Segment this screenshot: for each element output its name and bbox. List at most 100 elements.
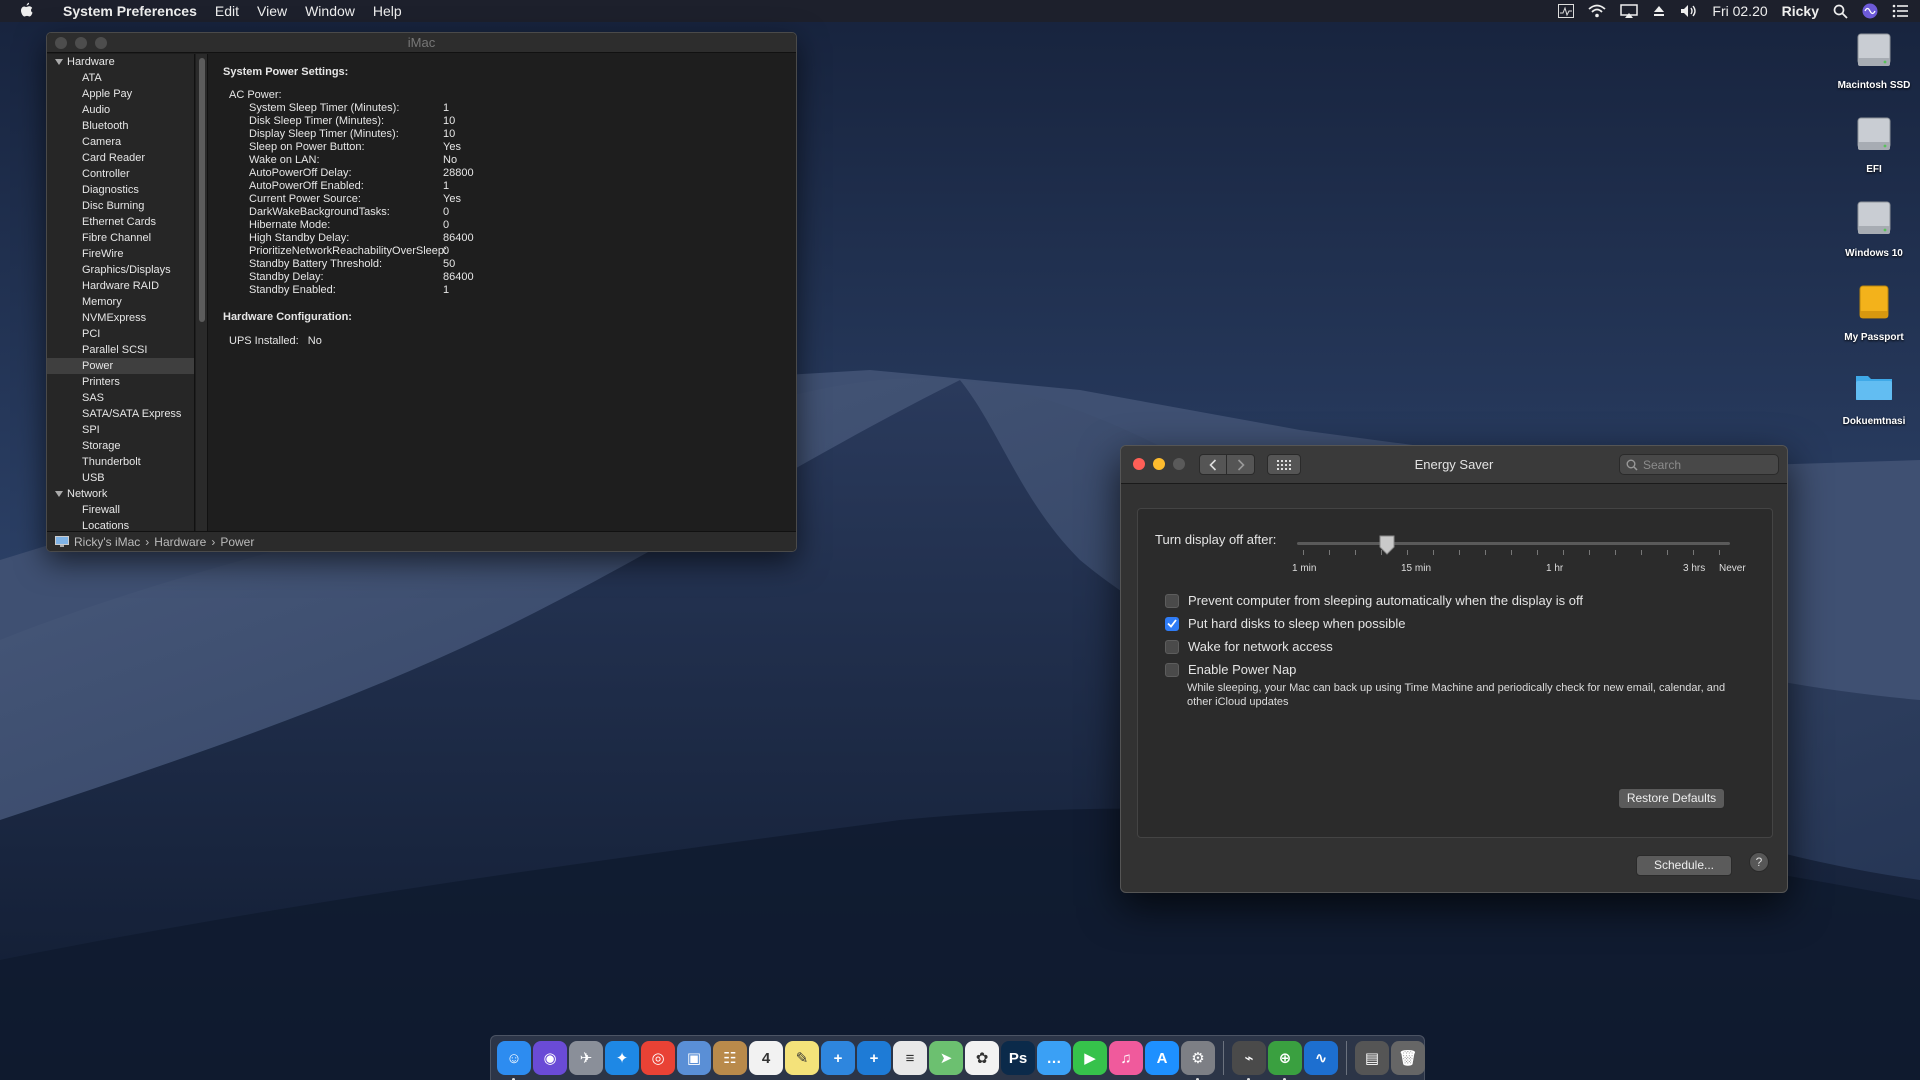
power-nap-checkbox[interactable]	[1165, 662, 1179, 677]
zoom-button[interactable]	[95, 37, 107, 49]
sidebar-item-fibre-channel[interactable]: Fibre Channel	[47, 230, 194, 246]
disclosure-triangle-icon[interactable]	[55, 491, 63, 497]
network-globe-icon[interactable]: ⊕	[1268, 1041, 1302, 1080]
back-button[interactable]	[1199, 454, 1227, 475]
chrome-icon[interactable]: ◎	[641, 1041, 675, 1075]
menu-view[interactable]: View	[248, 0, 296, 22]
preview-icon[interactable]: ▣	[677, 1041, 711, 1075]
sidebar-item-spi[interactable]: SPI	[47, 422, 194, 438]
sidebar-item-diagnostics[interactable]: Diagnostics	[47, 182, 194, 198]
wake-network-checkbox-row[interactable]: Wake for network access	[1165, 639, 1333, 654]
sidebar-item-ata[interactable]: ATA	[47, 70, 194, 86]
sidebar-item-graphics-displays[interactable]: Graphics/Displays	[47, 262, 194, 278]
sidebar-item-firewall[interactable]: Firewall	[47, 502, 194, 518]
power-nap-checkbox-row[interactable]: Enable Power Nap	[1165, 662, 1296, 677]
photoshop-icon[interactable]: Ps	[1001, 1041, 1035, 1075]
apple-menu-icon[interactable]	[18, 0, 38, 22]
user-name[interactable]: Ricky	[1782, 3, 1819, 19]
path-item-hardware[interactable]: Hardware	[154, 532, 206, 552]
minimize-button[interactable]	[1153, 458, 1165, 470]
sidebar-item-usb[interactable]: USB	[47, 470, 194, 486]
show-all-button[interactable]	[1267, 454, 1301, 475]
trash-icon[interactable]: 🗑	[1391, 1041, 1425, 1075]
window-titlebar[interactable]: iMac	[47, 33, 796, 53]
prevent-sleep-checkbox-label[interactable]: Prevent computer from sleeping automatic…	[1188, 593, 1583, 608]
sidebar-item-storage[interactable]: Storage	[47, 438, 194, 454]
disclosure-triangle-icon[interactable]	[55, 59, 63, 65]
messages-icon[interactable]: …	[1037, 1041, 1071, 1075]
sidebar-item-pci[interactable]: PCI	[47, 326, 194, 342]
sidebar-item-controller[interactable]: Controller	[47, 166, 194, 182]
menu-window[interactable]: Window	[296, 0, 364, 22]
facetime-icon[interactable]: ▶	[1073, 1041, 1107, 1075]
sidebar-item-firewire[interactable]: FireWire	[47, 246, 194, 262]
path-item-computer[interactable]: Ricky's iMac	[74, 532, 140, 552]
add-app-1-icon[interactable]: +	[821, 1041, 855, 1075]
system-preferences-icon[interactable]: ⚙	[1181, 1041, 1215, 1080]
activity-monitor-icon[interactable]	[1558, 4, 1575, 18]
sidebar-item-nvmexpress[interactable]: NVMExpress	[47, 310, 194, 326]
slider-thumb[interactable]	[1379, 535, 1395, 555]
menu-edit[interactable]: Edit	[206, 0, 248, 22]
clock[interactable]: Fri 02.20	[1712, 3, 1767, 19]
sidebar-item-camera[interactable]: Camera	[47, 134, 194, 150]
safari-icon[interactable]: ✦	[605, 1041, 639, 1075]
restore-defaults-button[interactable]: Restore Defaults	[1618, 788, 1725, 809]
notification-center-icon[interactable]	[1892, 4, 1908, 18]
display-sleep-slider[interactable]	[1297, 542, 1730, 545]
airplay-icon[interactable]	[1620, 4, 1639, 18]
app-store-icon[interactable]: A	[1145, 1041, 1179, 1075]
siri-icon[interactable]	[1862, 3, 1878, 19]
utility-icon[interactable]: ⌁	[1232, 1041, 1266, 1080]
sidebar-item-audio[interactable]: Audio	[47, 102, 194, 118]
help-button[interactable]: ?	[1749, 852, 1769, 872]
photos-icon[interactable]: ✿	[965, 1041, 999, 1075]
scrollbar-thumb[interactable]	[199, 58, 205, 322]
downloads-icon[interactable]: ▤	[1355, 1041, 1389, 1075]
wake-network-checkbox[interactable]	[1165, 639, 1179, 654]
textedit-icon[interactable]: ≡	[893, 1041, 927, 1075]
sidebar-item-sas[interactable]: SAS	[47, 390, 194, 406]
search-field[interactable]	[1619, 454, 1779, 475]
maps-icon[interactable]: ➤	[929, 1041, 963, 1075]
sidebar-scrollbar[interactable]	[196, 54, 208, 532]
sidebar-item-parallel-scsi[interactable]: Parallel SCSI	[47, 342, 194, 358]
finder-icon[interactable]: ☺	[497, 1041, 531, 1080]
sidebar-item-sata-sata-express[interactable]: SATA/SATA Express	[47, 406, 194, 422]
contacts-icon[interactable]: ☷	[713, 1041, 747, 1075]
sidebar-item-locations[interactable]: Locations	[47, 518, 194, 532]
spotlight-search-icon[interactable]	[1833, 4, 1848, 19]
notes-icon[interactable]: ✎	[785, 1041, 819, 1075]
sidebar-item-thunderbolt[interactable]: Thunderbolt	[47, 454, 194, 470]
disk-sleep-checkbox[interactable]	[1165, 616, 1179, 631]
path-item-power[interactable]: Power	[220, 532, 254, 552]
wifi-icon[interactable]	[1588, 4, 1606, 18]
volume-icon[interactable]	[1680, 4, 1698, 18]
sidebar-item-hardware-raid[interactable]: Hardware RAID	[47, 278, 194, 294]
menu-app-name[interactable]: System Preferences	[54, 0, 206, 22]
sidebar-group-network[interactable]: Network	[47, 486, 194, 502]
disk-sleep-checkbox-row[interactable]: Put hard disks to sleep when possible	[1165, 616, 1406, 631]
minimize-button[interactable]	[75, 37, 87, 49]
sidebar-item-memory[interactable]: Memory	[47, 294, 194, 310]
prevent-sleep-checkbox[interactable]	[1165, 593, 1179, 608]
sidebar-item-printers[interactable]: Printers	[47, 374, 194, 390]
siri-icon[interactable]: ◉	[533, 1041, 567, 1075]
wake-network-checkbox-label[interactable]: Wake for network access	[1188, 639, 1333, 654]
menu-help[interactable]: Help	[364, 0, 411, 22]
power-nap-checkbox-label[interactable]: Enable Power Nap	[1188, 662, 1296, 677]
desktop-icon[interactable]: Macintosh SSD	[1828, 28, 1920, 92]
sidebar-item-bluetooth[interactable]: Bluetooth	[47, 118, 194, 134]
launchpad-icon[interactable]: ✈	[569, 1041, 603, 1075]
desktop-icon[interactable]: EFI	[1828, 112, 1920, 176]
search-input[interactable]	[1643, 457, 1773, 472]
sidebar-item-card-reader[interactable]: Card Reader	[47, 150, 194, 166]
eject-icon[interactable]	[1652, 4, 1666, 18]
add-app-2-icon[interactable]: +	[857, 1041, 891, 1075]
desktop-icon[interactable]: My Passport	[1828, 280, 1920, 344]
prevent-sleep-checkbox-row[interactable]: Prevent computer from sleeping automatic…	[1165, 593, 1583, 608]
schedule-button[interactable]: Schedule...	[1636, 855, 1732, 876]
sidebar-group-hardware[interactable]: Hardware	[47, 54, 194, 70]
sidebar-item-apple-pay[interactable]: Apple Pay	[47, 86, 194, 102]
zoom-button[interactable]	[1173, 458, 1185, 470]
